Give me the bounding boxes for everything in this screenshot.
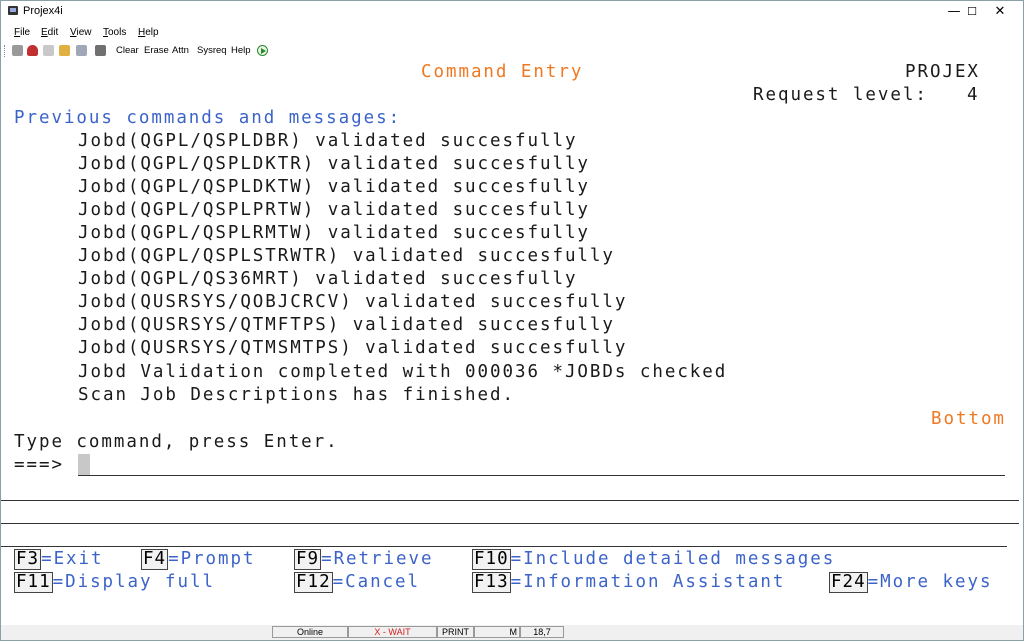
fkey-f12-desc: =Cancel xyxy=(332,572,421,592)
fkey-f24-key[interactable]: F24 xyxy=(829,572,868,593)
message-line: Jobd(QGPL/QSPLDKTW) validated succesfull… xyxy=(78,177,590,197)
fkey-f9[interactable]: F9 =Retrieve xyxy=(294,548,433,571)
message-line: Jobd Validation completed with 000036 *J… xyxy=(78,362,728,382)
menu-edit-accel: E xyxy=(41,27,48,38)
menu-file[interactable]: File xyxy=(14,27,30,38)
status-connection: Online xyxy=(272,626,348,638)
command-input-line-2[interactable] xyxy=(1,499,1019,501)
sysreq-button[interactable]: Sysreq xyxy=(197,45,227,56)
fkey-f9-desc: =Retrieve xyxy=(321,549,434,569)
fkey-f4-desc: =Prompt xyxy=(168,549,256,569)
terminal-screen[interactable]: Command Entry PROJEX Request level: 4 Pr… xyxy=(1,61,1023,624)
fkey-f10[interactable]: F10 =Include detailed messages xyxy=(472,548,835,571)
status-wait: X - WAIT xyxy=(348,626,437,638)
help-button[interactable]: Help xyxy=(231,45,251,56)
window-title: Projex4i xyxy=(23,5,63,17)
menu-view[interactable]: View xyxy=(70,27,92,38)
menu-view-rest: iew xyxy=(76,27,92,38)
menu-tools-rest: ools xyxy=(108,27,127,38)
erase-button[interactable]: Erase xyxy=(144,45,169,56)
message-line: Jobd(QGPL/QSPLDKTR) validated succesfull… xyxy=(78,154,590,174)
print-icon[interactable] xyxy=(76,45,87,56)
toolbar: Clear Erase Attn Sysreq Help xyxy=(1,42,1023,60)
fkey-f10-desc: =Include detailed messages xyxy=(510,549,836,569)
message-line: Jobd(QGPL/QSPLSTRWTR) validated succesfu… xyxy=(78,246,615,266)
fkey-f12[interactable]: F12 =Cancel xyxy=(294,571,420,594)
fkey-f3-key[interactable]: F3 xyxy=(14,549,42,570)
fkey-f24-desc: =More keys xyxy=(867,572,993,592)
status-cursor-position: 18,7 xyxy=(520,626,564,638)
fkey-f13-key[interactable]: F13 xyxy=(472,572,511,593)
system-name: PROJEX xyxy=(905,62,980,82)
menu-edit[interactable]: Edit xyxy=(41,27,58,38)
message-line: Jobd(QGPL/QS36MRT) validated succesfully xyxy=(78,269,578,289)
bug-icon[interactable] xyxy=(27,45,38,56)
menu-file-rest: ile xyxy=(20,27,31,38)
fkey-f9-key[interactable]: F9 xyxy=(294,549,322,570)
message-line: Scan Job Descriptions has finished. xyxy=(78,385,516,405)
fkey-f4[interactable]: F4 =Prompt xyxy=(141,548,255,571)
settings-icon[interactable] xyxy=(95,45,106,56)
menu-edit-rest: dit xyxy=(47,27,59,38)
command-input-line-3[interactable] xyxy=(1,522,1019,524)
fkey-f24[interactable]: F24 =More keys xyxy=(829,571,992,594)
message-line: Jobd(QGPL/QSPLRMTW) validated succesfull… xyxy=(78,223,590,243)
function-key-separator xyxy=(1,546,1007,547)
attn-button[interactable]: Attn xyxy=(172,45,189,56)
close-button[interactable]: ✕ xyxy=(977,1,1023,23)
more-indicator: Bottom xyxy=(931,409,1006,429)
toolbar-grip[interactable] xyxy=(4,45,7,57)
prompt-text: Type command, press Enter. xyxy=(14,432,339,452)
fkey-f11-desc: =Display full xyxy=(52,572,215,592)
fkey-f11-key[interactable]: F11 xyxy=(14,572,53,593)
paste-icon[interactable] xyxy=(59,45,70,56)
request-level-value: 4 xyxy=(967,85,980,105)
previous-messages-header: Previous commands and messages: xyxy=(14,108,402,128)
command-input[interactable] xyxy=(78,454,1005,476)
fkey-f3-desc: =Exit xyxy=(41,549,104,569)
app-window: Projex4i — ☐ ✕ File Edit View Tools Help… xyxy=(0,0,1024,641)
command-arrow: ===> xyxy=(14,455,64,475)
fkey-f11[interactable]: F11 =Display full xyxy=(14,571,215,594)
request-level-label: Request level: xyxy=(753,85,928,105)
menu-tools[interactable]: Tools xyxy=(103,27,126,38)
clear-button[interactable]: Clear xyxy=(116,45,139,56)
status-print: PRINT xyxy=(437,626,474,638)
message-line: Jobd(QGPL/QSPLDBR) validated succesfully xyxy=(78,131,578,151)
text-cursor xyxy=(78,454,90,475)
status-mode: M xyxy=(474,626,520,638)
fkey-f4-key[interactable]: F4 xyxy=(141,549,169,570)
run-icon[interactable] xyxy=(257,45,268,56)
menu-help[interactable]: Help xyxy=(138,27,159,38)
menu-bar: File Edit View Tools Help xyxy=(1,25,1023,41)
fkey-f12-key[interactable]: F12 xyxy=(294,572,333,593)
menu-help-rest: elp xyxy=(145,27,159,38)
status-bar: Online X - WAIT PRINT M 18,7 xyxy=(1,625,1023,640)
fkey-f3[interactable]: F3 =Exit xyxy=(14,548,104,571)
title-bar[interactable]: Projex4i — ☐ ✕ xyxy=(1,1,1023,23)
message-line: Jobd(QGPL/QSPLPRTW) validated succesfull… xyxy=(78,200,590,220)
message-line: Jobd(QUSRSYS/QTMSMTPS) validated succesf… xyxy=(78,338,628,358)
fkey-f13-desc: =Information Assistant xyxy=(510,572,786,592)
fkey-f10-key[interactable]: F10 xyxy=(472,549,511,570)
message-line: Jobd(QUSRSYS/QOBJCRCV) validated succesf… xyxy=(78,292,628,312)
copy-icon[interactable] xyxy=(43,45,54,56)
message-line: Jobd(QUSRSYS/QTMFTPS) validated succesfu… xyxy=(78,315,615,335)
terminal-app-icon xyxy=(8,6,18,15)
fkey-f13[interactable]: F13 =Information Assistant xyxy=(472,571,785,594)
disconnect-icon[interactable] xyxy=(12,45,23,56)
screen-title: Command Entry xyxy=(421,62,584,82)
